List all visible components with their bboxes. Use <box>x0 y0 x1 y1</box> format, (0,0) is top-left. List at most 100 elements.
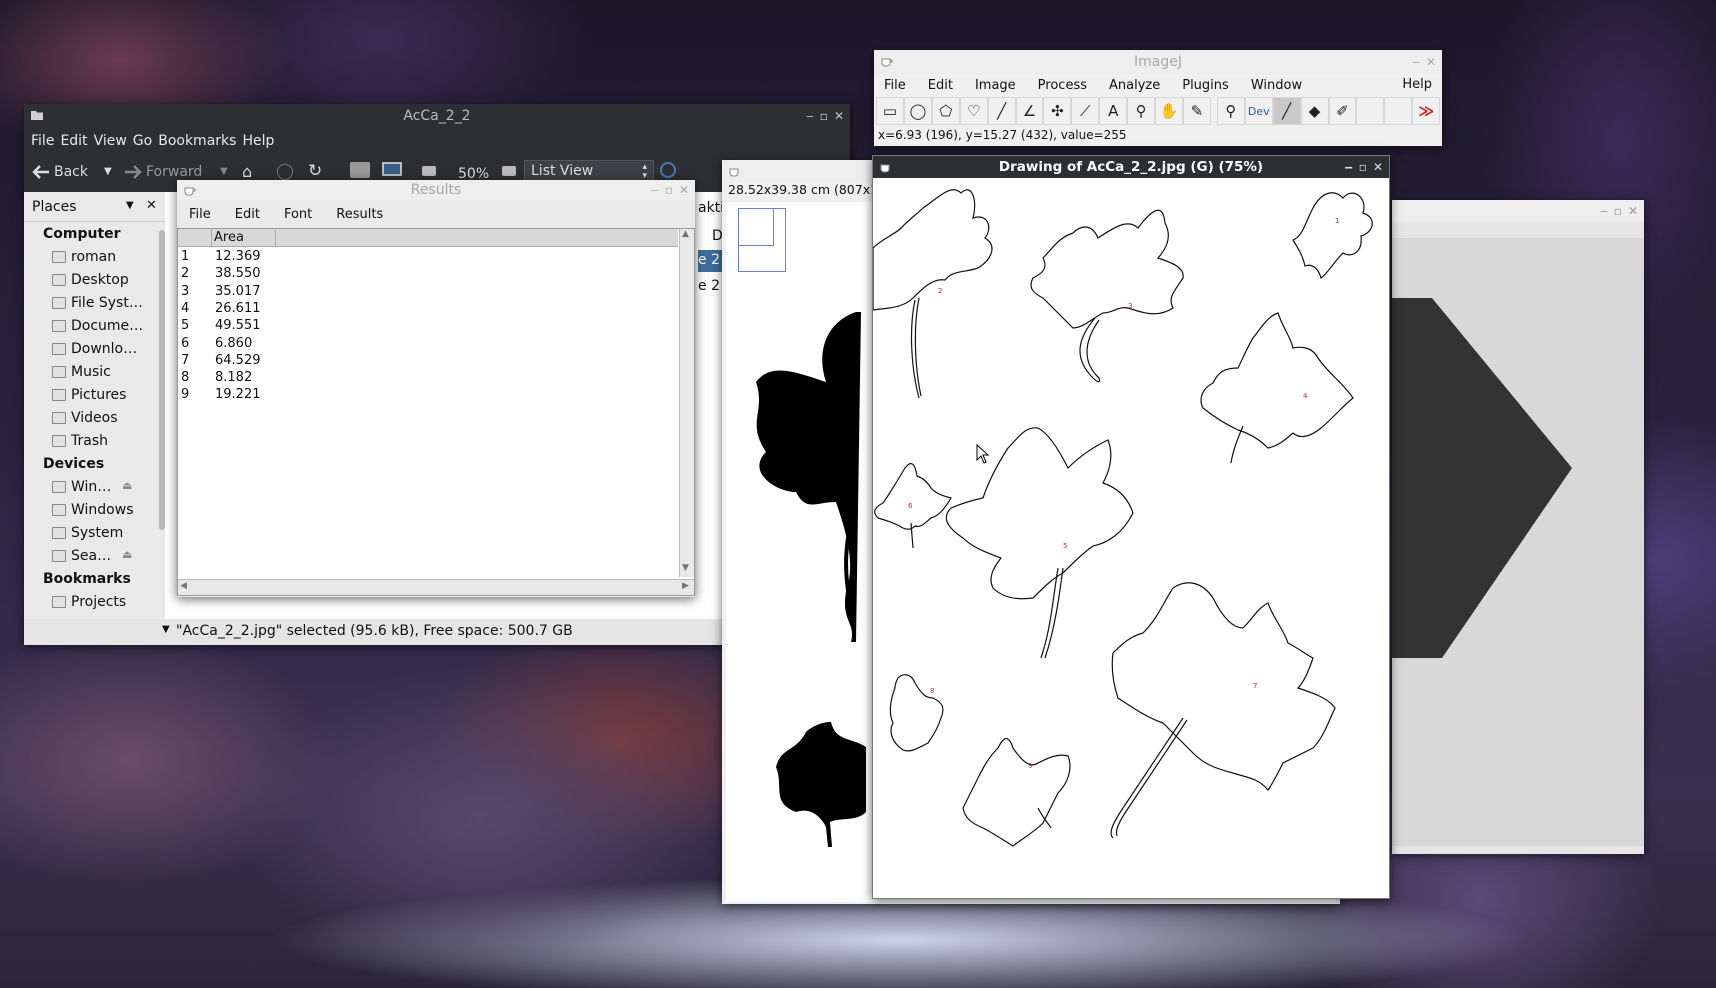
minimize-icon[interactable]: ‒ <box>806 109 814 123</box>
zoom-in-icon[interactable] <box>502 166 516 176</box>
menu-file[interactable]: File <box>24 133 57 149</box>
sidebar-item[interactable]: Pictures <box>52 387 126 403</box>
menu-edit[interactable]: Edit <box>57 133 90 149</box>
file-manager-titlebar[interactable]: AcCa_2_2 ‒ ▫ ✕ <box>24 104 850 128</box>
text-tool-icon[interactable]: A <box>1099 97 1128 125</box>
flood-fill-tool-icon[interactable]: ◆ <box>1300 97 1329 125</box>
more-tools-icon[interactable]: ≫ <box>1412 97 1441 125</box>
imagej-menu-window[interactable]: Window <box>1240 78 1313 93</box>
drawing-titlebar[interactable]: Drawing of AcCa_2_2.jpg (G) (75%) ‒ ▫ ✕ <box>873 156 1389 178</box>
sidebar-item[interactable]: Trash <box>52 433 108 449</box>
menu-view[interactable]: View <box>91 133 130 149</box>
imagej-titlebar[interactable]: ImageJ ‒ ✕ <box>874 50 1442 74</box>
pencil-tool-icon[interactable]: ✐ <box>1328 97 1357 125</box>
sidebar-item[interactable]: File Syst… <box>52 295 143 311</box>
color-picker-tool-icon[interactable]: ✎ <box>1182 97 1211 125</box>
back-dropdown-icon[interactable]: ▼ <box>104 166 112 177</box>
table-row[interactable]: 5 49.551 <box>178 318 658 335</box>
gray-canvas[interactable] <box>1392 238 1644 846</box>
table-row[interactable]: 3 35.017 <box>178 284 658 301</box>
area-column-header[interactable]: Area <box>214 230 276 247</box>
table-row[interactable]: 6 6.860 <box>178 336 658 353</box>
zoom-tool-icon[interactable]: ⚲ <box>1216 97 1245 125</box>
sidebar-item[interactable]: Sea… ⏏ <box>52 548 132 564</box>
scroll-down-icon[interactable]: ▼ <box>682 563 689 573</box>
sidebar-item[interactable]: Windows <box>52 502 134 518</box>
back-button[interactable]: Back <box>32 164 88 180</box>
minimize-icon[interactable]: ‒ <box>1344 160 1352 174</box>
results-menu-file[interactable]: File <box>177 207 223 222</box>
minimize-icon[interactable]: ‒ <box>651 183 659 197</box>
imagej-menu-help[interactable]: Help <box>1394 77 1440 92</box>
scroll-up-icon[interactable]: ▲ <box>682 229 689 239</box>
home-folder-icon[interactable] <box>350 162 370 178</box>
sidebar-item[interactable]: Music <box>52 364 111 380</box>
close-icon[interactable]: ✕ <box>1373 160 1383 174</box>
table-row[interactable]: 1 12.369 <box>178 249 658 266</box>
places-dropdown-icon[interactable]: ▼ <box>126 200 134 211</box>
menu-go[interactable]: Go <box>130 133 155 149</box>
scroll-right-icon[interactable]: ▶ <box>682 581 689 591</box>
brush-tool-icon[interactable]: ╱ <box>1272 97 1301 125</box>
rectangle-tool-icon[interactable]: ▭ <box>876 97 904 125</box>
dev-tool-icon[interactable]: Dev <box>1244 97 1273 125</box>
close-icon[interactable]: ✕ <box>1426 55 1436 69</box>
vertical-scrollbar[interactable]: ▲ ▼ <box>679 229 694 577</box>
table-row[interactable]: 8 8.182 <box>178 370 658 387</box>
forward-button[interactable]: Forward <box>124 164 202 180</box>
eject-icon[interactable]: ⏏ <box>122 479 132 492</box>
sidebar-item[interactable]: Desktop <box>52 272 129 288</box>
maximize-icon[interactable]: ▫ <box>1614 204 1622 218</box>
scroll-left-icon[interactable]: ◀ <box>180 581 187 591</box>
results-menu-font[interactable]: Font <box>272 207 324 222</box>
multipoint-tool-icon[interactable]: ✣ <box>1043 97 1072 125</box>
imagej-menu-analyze[interactable]: Analyze <box>1098 78 1171 93</box>
up-icon[interactable]: ⌂ <box>242 162 252 181</box>
leaf-outlines-canvas[interactable]: 1 2 3 4 5 6 7 8 9 <box>873 178 1389 898</box>
zoom-out-icon[interactable] <box>422 166 436 176</box>
minimize-icon[interactable]: ‒ <box>1600 204 1608 218</box>
angle-tool-icon[interactable]: ∠ <box>1015 97 1044 125</box>
maximize-icon[interactable]: ▫ <box>1359 160 1367 174</box>
results-titlebar[interactable]: Results ‒ ▫ ✕ <box>177 180 695 200</box>
sidebar-item[interactable]: System <box>52 525 123 541</box>
sidebar-item[interactable]: Projects <box>52 594 126 610</box>
menu-bookmarks[interactable]: Bookmarks <box>155 133 239 149</box>
blank-tool-icon[interactable] <box>1356 97 1385 125</box>
imagej-menu-image[interactable]: Image <box>964 78 1027 93</box>
close-icon[interactable]: ✕ <box>834 109 844 123</box>
stop-icon[interactable]: ◯ <box>276 161 294 180</box>
search-icon[interactable] <box>660 162 676 178</box>
imagej-menu-edit[interactable]: Edit <box>917 78 964 93</box>
sidebar-item[interactable]: Downlo… <box>52 341 137 357</box>
table-row[interactable]: 7 64.529 <box>178 353 658 370</box>
minimize-icon[interactable]: ‒ <box>1412 55 1420 69</box>
results-menu-results[interactable]: Results <box>324 207 395 222</box>
sidebar-item[interactable]: Docume… <box>52 318 143 334</box>
freehand-tool-icon[interactable]: ♡ <box>959 97 988 125</box>
gray-titlebar[interactable]: ‒ ▫ ✕ <box>1392 200 1644 222</box>
sidebar-item[interactable]: Videos <box>52 410 118 426</box>
maximize-icon[interactable]: ▫ <box>820 109 828 123</box>
computer-icon[interactable] <box>382 162 402 176</box>
reload-icon[interactable]: ↻ <box>308 161 322 181</box>
blank-tool-icon[interactable] <box>1384 97 1413 125</box>
table-row[interactable]: 2 38.550 <box>178 266 658 283</box>
close-sidebar-icon[interactable]: ✕ <box>146 198 157 213</box>
line-tool-icon[interactable]: ╱ <box>987 97 1016 125</box>
table-row[interactable]: 9 19.221 <box>178 387 658 404</box>
polygon-tool-icon[interactable]: ⬠ <box>931 97 960 125</box>
close-icon[interactable]: ✕ <box>1628 204 1638 218</box>
maximize-icon[interactable]: ▫ <box>665 183 673 197</box>
eject-icon[interactable]: ⏏ <box>122 548 132 561</box>
forward-dropdown-icon[interactable]: ▼ <box>220 166 228 177</box>
table-row[interactable]: 4 26.611 <box>178 301 658 318</box>
menu-help[interactable]: Help <box>239 133 277 149</box>
status-arrow-icon[interactable]: ▼ <box>162 624 170 635</box>
results-menu-edit[interactable]: Edit <box>223 207 272 222</box>
imagej-menu-file[interactable]: File <box>874 78 917 93</box>
oval-tool-icon[interactable]: ◯ <box>903 97 932 125</box>
hand-tool-icon[interactable]: ✋ <box>1155 97 1183 125</box>
sidebar-item[interactable]: Win… ⏏ <box>52 479 132 495</box>
imagej-menu-process[interactable]: Process <box>1027 78 1098 93</box>
